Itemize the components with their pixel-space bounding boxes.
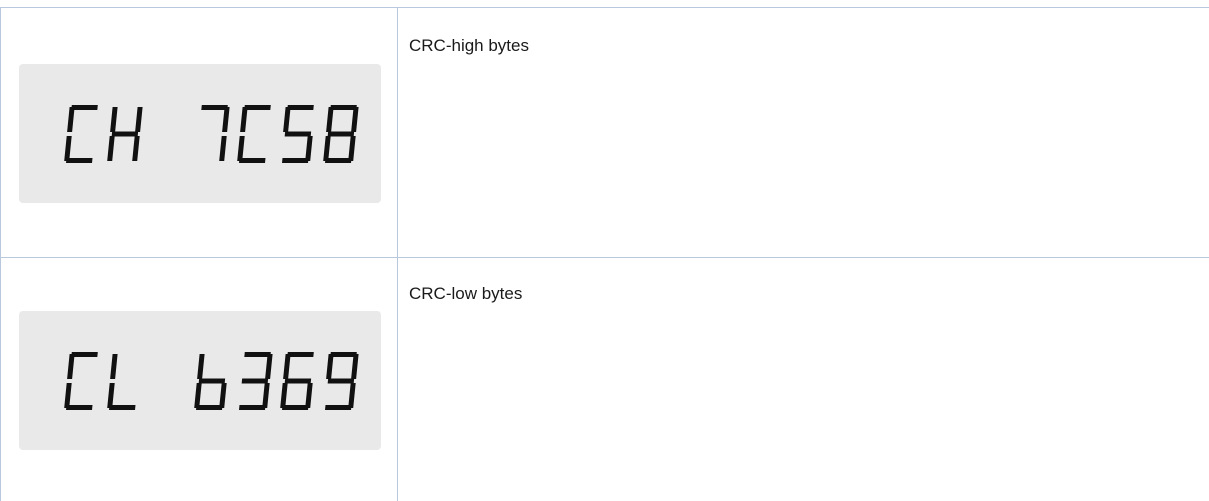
lcd-segment: [222, 107, 230, 132]
lcd-segment: [237, 136, 245, 161]
lcd-segment: [284, 378, 312, 384]
lcd-segment: [110, 354, 118, 379]
lcd-segment: [283, 354, 291, 379]
lcd-segment: [305, 383, 313, 408]
lcd-segment: [240, 107, 248, 132]
lcd-segment: [67, 354, 75, 379]
lcd-segment: [305, 136, 313, 161]
table-border-left: [0, 7, 1, 501]
lcd-segment: [196, 405, 223, 410]
table-border-top: [0, 7, 1209, 8]
lcd-segment: [348, 383, 356, 408]
lcd-segment: [67, 107, 75, 132]
lcd-segment: [284, 131, 312, 137]
lcd-segment: [71, 105, 98, 110]
lcd-segment: [219, 136, 227, 161]
lcd-segment: [109, 405, 136, 410]
lcd-segment: [326, 354, 334, 379]
lcd-segment: [325, 158, 352, 163]
lcd-segment: [201, 105, 228, 110]
lcd-segment: [283, 107, 291, 132]
lcd-segment: [323, 136, 331, 161]
lcd-segment-readout: [64, 352, 359, 410]
table-column-divider: [397, 7, 398, 501]
lcd-display: [19, 311, 381, 450]
lcd-segment: [197, 354, 205, 379]
lcd-segment: [265, 354, 273, 379]
lcd-segment: [71, 352, 98, 357]
lcd-segment: [111, 131, 139, 137]
lcd-segment: [239, 158, 266, 163]
lcd-segment: [132, 136, 140, 161]
lcd-display: [19, 64, 381, 203]
lcd-segment: [244, 105, 271, 110]
lcd-segment: [219, 383, 227, 408]
lcd-segment: [135, 107, 143, 132]
lcd-segment: [280, 383, 288, 408]
lcd-segment: [348, 136, 356, 161]
row-description: CRC-low bytes: [409, 284, 523, 303]
lcd-segment: [287, 105, 314, 110]
lcd-segment-readout: [64, 105, 359, 163]
lcd-segment: [66, 405, 93, 410]
lcd-segment: [351, 107, 359, 132]
lcd-segment: [107, 136, 115, 161]
lcd-segment: [282, 158, 309, 163]
lcd-segment: [107, 383, 115, 408]
lcd-segment: [239, 405, 266, 410]
lcd-segment: [110, 107, 118, 132]
lcd-segment: [287, 352, 314, 357]
lcd-segment: [326, 107, 334, 132]
lcd-segment: [64, 383, 72, 408]
parameter-table: CRC-high bytes CRC-low bytes: [0, 0, 1209, 501]
lcd-segment: [327, 131, 355, 137]
lcd-segment: [241, 378, 269, 384]
row-description: CRC-high bytes: [409, 36, 529, 55]
lcd-segment: [282, 405, 309, 410]
lcd-segment: [194, 383, 202, 408]
lcd-segment: [64, 136, 72, 161]
lcd-segment: [330, 352, 357, 357]
table-row-divider: [0, 257, 1209, 258]
lcd-segment: [325, 405, 352, 410]
lcd-segment: [262, 383, 270, 408]
lcd-segment: [198, 378, 226, 384]
lcd-segment: [66, 158, 93, 163]
lcd-segment: [244, 352, 271, 357]
lcd-segment: [327, 378, 355, 384]
lcd-segment: [330, 105, 357, 110]
lcd-segment: [351, 354, 359, 379]
